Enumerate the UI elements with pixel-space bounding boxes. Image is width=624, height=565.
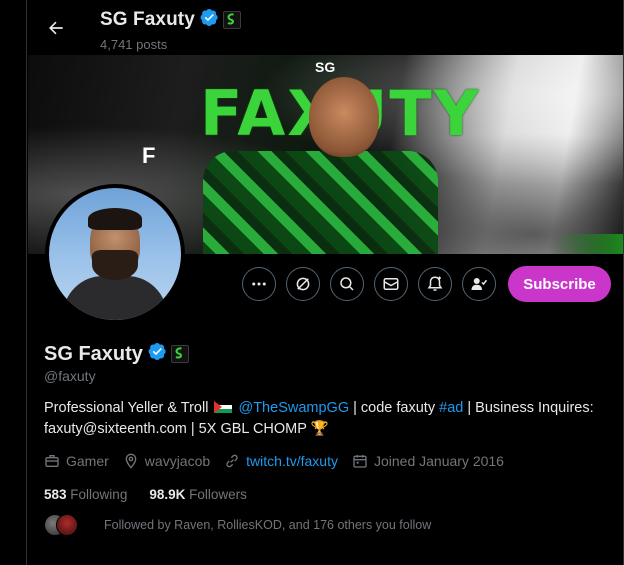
person-check-icon [471, 278, 488, 290]
profile-bio: Professional Yeller & Troll @TheSwampGG … [44, 398, 614, 440]
following-label: Following [70, 487, 128, 502]
subscribe-button[interactable]: Subscribe [508, 266, 611, 302]
followed-by-avatars [44, 514, 78, 536]
link-icon [226, 454, 238, 468]
bell-plus-icon [427, 276, 443, 291]
follow-stats: 583 Following 98.9K Followers [44, 487, 269, 502]
palestine-flag-icon [214, 401, 233, 413]
grok-button[interactable] [286, 267, 320, 301]
affiliate-badge-icon[interactable] [222, 11, 241, 29]
location-label: wavyjacob [144, 453, 211, 469]
profile-actions: Subscribe [242, 266, 611, 302]
followers-link[interactable]: 98.9K Followers [149, 487, 247, 502]
grok-icon [296, 277, 310, 291]
post-count: 4,741 posts [100, 37, 168, 52]
category-item: Gamer [44, 453, 109, 469]
followers-label: Followers [189, 487, 247, 502]
website-item[interactable]: twitch.tv/faxuty [224, 453, 338, 469]
banner-person [309, 77, 379, 157]
following-link[interactable]: 583 Following [44, 487, 127, 502]
avatar-beard [92, 250, 138, 280]
profile-meta: Gamer wavyjacob twitch.tv/faxuty Joined … [44, 453, 518, 469]
joined-item: Joined January 2016 [352, 453, 504, 469]
website-link[interactable]: twitch.tv/faxuty [246, 453, 338, 469]
search-button[interactable] [330, 267, 364, 301]
more-button[interactable] [242, 267, 276, 301]
back-button[interactable] [42, 14, 70, 42]
followers-count: 98.9K [149, 487, 186, 502]
joined-label: Joined January 2016 [373, 453, 504, 469]
avatar-hair [88, 208, 142, 230]
trophy-icon: 🏆 [310, 421, 329, 437]
profile-name: SG Faxuty [44, 342, 143, 365]
mini-avatar [56, 514, 78, 536]
more-icon [252, 282, 266, 286]
arrow-left-icon [49, 21, 63, 35]
category-label: Gamer [66, 453, 109, 469]
banner-tag: SG [315, 59, 336, 75]
profile-avatar[interactable] [45, 184, 185, 324]
followed-by-text: Followed by Raven, RolliesKOD, and 176 o… [104, 518, 432, 532]
bio-text: | code faxuty [349, 400, 440, 416]
avatar-shoulders [63, 276, 167, 320]
banner-accent-strip [553, 234, 623, 254]
notify-button[interactable] [418, 267, 452, 301]
profile-header: SG Faxuty 4,741 posts [28, 0, 623, 55]
left-frame [0, 0, 27, 565]
search-icon [340, 277, 354, 291]
profile-handle: @faxuty [44, 368, 96, 384]
envelope-icon [383, 278, 399, 290]
header-name: SG Faxuty [100, 9, 195, 30]
followed-by-row[interactable]: Followed by Raven, RolliesKOD, and 176 o… [44, 514, 431, 536]
location-item: wavyjacob [123, 453, 210, 469]
bio-mention-link[interactable]: @TheSwampGG [238, 400, 349, 416]
briefcase-icon [45, 455, 59, 467]
banner-jersey [203, 151, 438, 254]
bio-text: Professional Yeller & Troll [44, 400, 209, 416]
verified-badge-icon[interactable] [148, 342, 167, 366]
affiliate-badge-icon[interactable] [170, 345, 189, 363]
banner-side-letter: F [142, 143, 156, 168]
message-button[interactable] [374, 267, 408, 301]
verified-badge-icon[interactable] [200, 8, 219, 32]
avatar-photo [49, 188, 181, 320]
following-count: 583 [44, 487, 67, 502]
location-pin-icon [125, 453, 137, 469]
calendar-icon [353, 455, 367, 468]
profile-name-row: SG Faxuty [44, 342, 189, 366]
bio-hashtag-link[interactable]: #ad [439, 400, 463, 416]
following-button[interactable] [462, 267, 496, 301]
